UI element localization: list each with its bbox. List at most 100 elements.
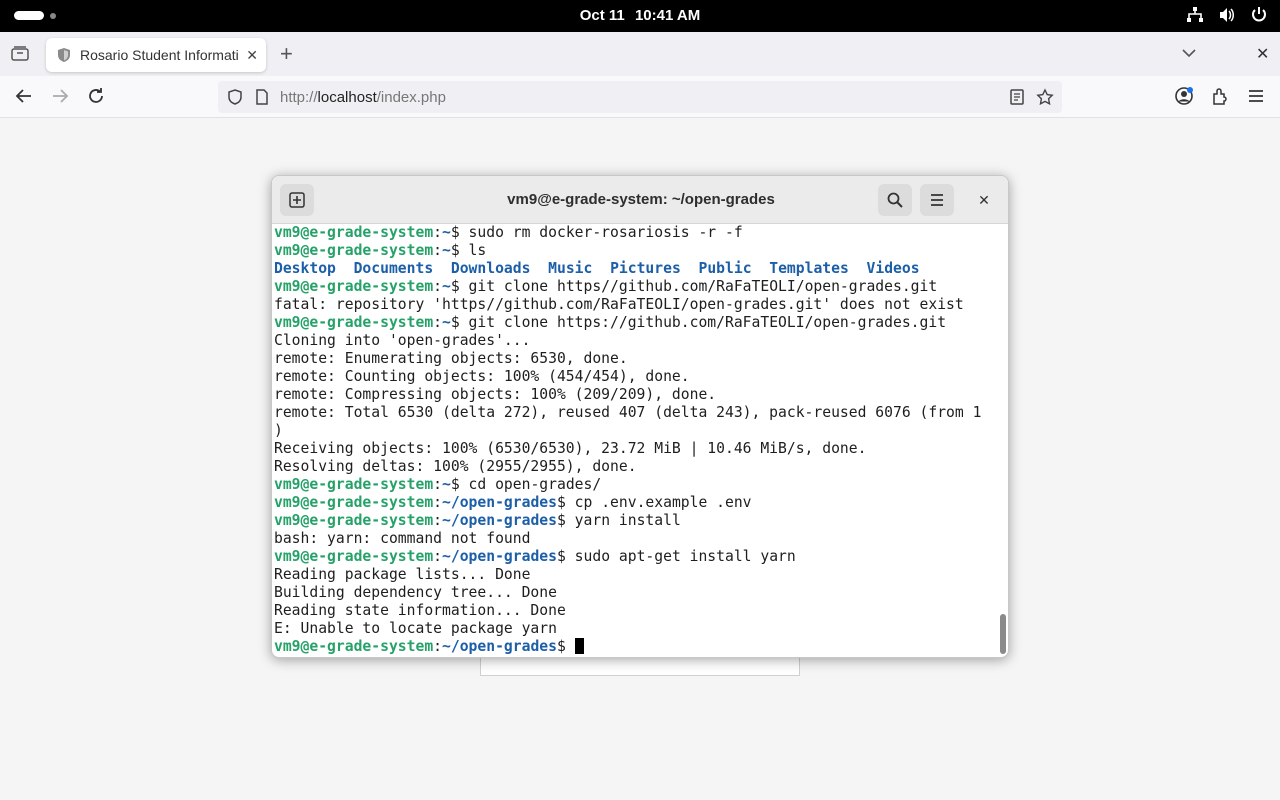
terminal-line: remote: Enumerating objects: 6530, done.: [274, 350, 996, 368]
terminal-window[interactable]: vm9@e-grade-system: ~/open-grades ✕ vm9@…: [271, 175, 1009, 658]
command-text: cd open-grades/: [468, 476, 602, 493]
terminal-header-bar[interactable]: vm9@e-grade-system: ~/open-grades ✕: [272, 176, 1008, 224]
clock-time: 10:41 AM: [634, 7, 701, 24]
terminal-line: E: Unable to locate package yarn: [274, 620, 996, 638]
browser-nav-bar: http://localhost/index.php: [0, 76, 1280, 118]
prompt-user: vm9@e-grade-system: [274, 314, 434, 331]
clock[interactable]: Oct 11 10:41 AM: [0, 7, 1280, 24]
prompt-path: ~: [442, 242, 451, 259]
output-text: remote: Total 6530 (delta 272), reused 4…: [274, 404, 982, 421]
shield-favicon-icon: [58, 48, 70, 62]
prompt-path: ~: [442, 224, 451, 241]
prompt-user: vm9@e-grade-system: [274, 224, 434, 241]
window-close-icon[interactable]: ✕: [1256, 44, 1269, 64]
prompt-path: ~/open-grades: [442, 512, 557, 529]
back-arrow-icon[interactable]: [14, 86, 34, 106]
terminal-line: Building dependency tree... Done: [274, 584, 996, 602]
power-icon: [1252, 7, 1266, 22]
prompt-user: vm9@e-grade-system: [274, 278, 434, 295]
scrollbar-thumb[interactable]: [1000, 614, 1006, 654]
prompt-user: vm9@e-grade-system: [274, 494, 434, 511]
output-text: remote: Compressing objects: 100% (209/2…: [274, 386, 717, 403]
terminal-line: Reading state information... Done: [274, 602, 996, 620]
tab-list-icon[interactable]: [8, 42, 32, 66]
output-text: remote: Enumerating objects: 6530, done.: [274, 350, 628, 367]
prompt-symbol: $: [450, 476, 469, 493]
directory-entry: Public: [698, 260, 752, 277]
tab-title: Rosario Student Informati: [80, 47, 239, 63]
terminal-line: vm9@e-grade-system:~/open-grades$: [274, 638, 996, 656]
clock-date: Oct 11: [579, 7, 625, 24]
prompt-symbol: $: [556, 548, 575, 565]
url-path: /index.php: [376, 89, 446, 106]
prompt-user: vm9@e-grade-system: [274, 242, 434, 259]
account-icon[interactable]: [1174, 86, 1194, 106]
chevron-down-icon[interactable]: [1180, 44, 1198, 62]
browser-tab[interactable]: Rosario Student Informati ✕: [46, 38, 266, 72]
terminal-close-icon[interactable]: ✕: [972, 188, 996, 212]
prompt-path: ~: [442, 314, 451, 331]
terminal-line: remote: Counting objects: 100% (454/454)…: [274, 368, 996, 386]
prompt-path: ~: [442, 278, 451, 295]
reader-view-icon[interactable]: [1008, 88, 1026, 106]
output-text: Cloning into 'open-grades'...: [274, 332, 531, 349]
directory-entry: Videos: [866, 260, 920, 277]
command-text: yarn install: [574, 512, 681, 529]
prompt-separator: :: [433, 548, 443, 565]
terminal-line: vm9@e-grade-system:~/open-grades$ sudo a…: [274, 548, 996, 566]
forward-arrow-icon[interactable]: [50, 86, 70, 106]
output-text: remote: Counting objects: 100% (454/454)…: [274, 368, 690, 385]
prompt-symbol: $: [450, 224, 469, 241]
terminal-line: bash: yarn: command not found: [274, 530, 996, 548]
url-bar[interactable]: http://localhost/index.php: [218, 81, 1062, 113]
command-text: ls: [468, 242, 487, 259]
output-text: Resolving deltas: 100% (2955/2955), done…: [274, 458, 637, 475]
url-host: localhost: [317, 89, 377, 106]
volume-icon: [1220, 8, 1234, 22]
terminal-line: ): [274, 422, 996, 440]
prompt-user: vm9@e-grade-system: [274, 476, 434, 493]
terminal-scrollbar[interactable]: [998, 224, 1008, 657]
url-scheme: http://: [280, 89, 318, 106]
command-text: git clone https//github.com/RaFaTEOLI/op…: [468, 278, 938, 295]
terminal-line: Cloning into 'open-grades'...: [274, 332, 996, 350]
prompt-separator: :: [433, 476, 443, 493]
output-text: bash: yarn: command not found: [274, 530, 531, 547]
hamburger-menu-icon[interactable]: [1246, 86, 1266, 106]
system-tray[interactable]: [1186, 6, 1268, 24]
page-info-icon[interactable]: [253, 88, 271, 106]
terminal-line: vm9@e-grade-system:~$ git clone https//g…: [274, 278, 996, 296]
tab-close-icon[interactable]: ✕: [246, 47, 258, 64]
output-text: E: Unable to locate package yarn: [274, 620, 557, 637]
terminal-output[interactable]: vm9@e-grade-system:~$ sudo rm docker-ros…: [274, 224, 996, 657]
prompt-user: vm9@e-grade-system: [274, 638, 434, 655]
prompt-separator: :: [433, 242, 443, 259]
new-tab-button[interactable]: +: [280, 42, 293, 66]
url-text[interactable]: http://localhost/index.php: [280, 89, 446, 106]
extensions-icon[interactable]: [1210, 86, 1230, 106]
prompt-user: vm9@e-grade-system: [274, 548, 434, 565]
command-text: git clone https://github.com/RaFaTEOLI/o…: [468, 314, 947, 331]
terminal-search-button[interactable]: [878, 184, 912, 216]
terminal-line: Desktop Documents Downloads Music Pictur…: [274, 260, 996, 278]
terminal-menu-button[interactable]: [920, 184, 954, 216]
terminal-line: vm9@e-grade-system:~$ ls: [274, 242, 996, 260]
directory-entry: Pictures: [610, 260, 681, 277]
output-text: Reading state information... Done: [274, 602, 566, 619]
hamburger-menu-icon: [931, 194, 943, 206]
terminal-line: vm9@e-grade-system:~$ cd open-grades/: [274, 476, 996, 494]
reload-icon[interactable]: [86, 86, 106, 106]
command-text: sudo apt-get install yarn: [574, 548, 796, 565]
prompt-separator: :: [433, 278, 443, 295]
command-text: cp .env.example .env: [574, 494, 752, 511]
terminal-line: fatal: repository 'https//github.com/RaF…: [274, 296, 996, 314]
tracking-shield-icon[interactable]: [226, 88, 244, 106]
terminal-line: Resolving deltas: 100% (2955/2955), done…: [274, 458, 996, 476]
bookmark-star-icon[interactable]: [1036, 88, 1054, 106]
network-icon: [1187, 7, 1203, 22]
terminal-line: vm9@e-grade-system:~/open-grades$ yarn i…: [274, 512, 996, 530]
